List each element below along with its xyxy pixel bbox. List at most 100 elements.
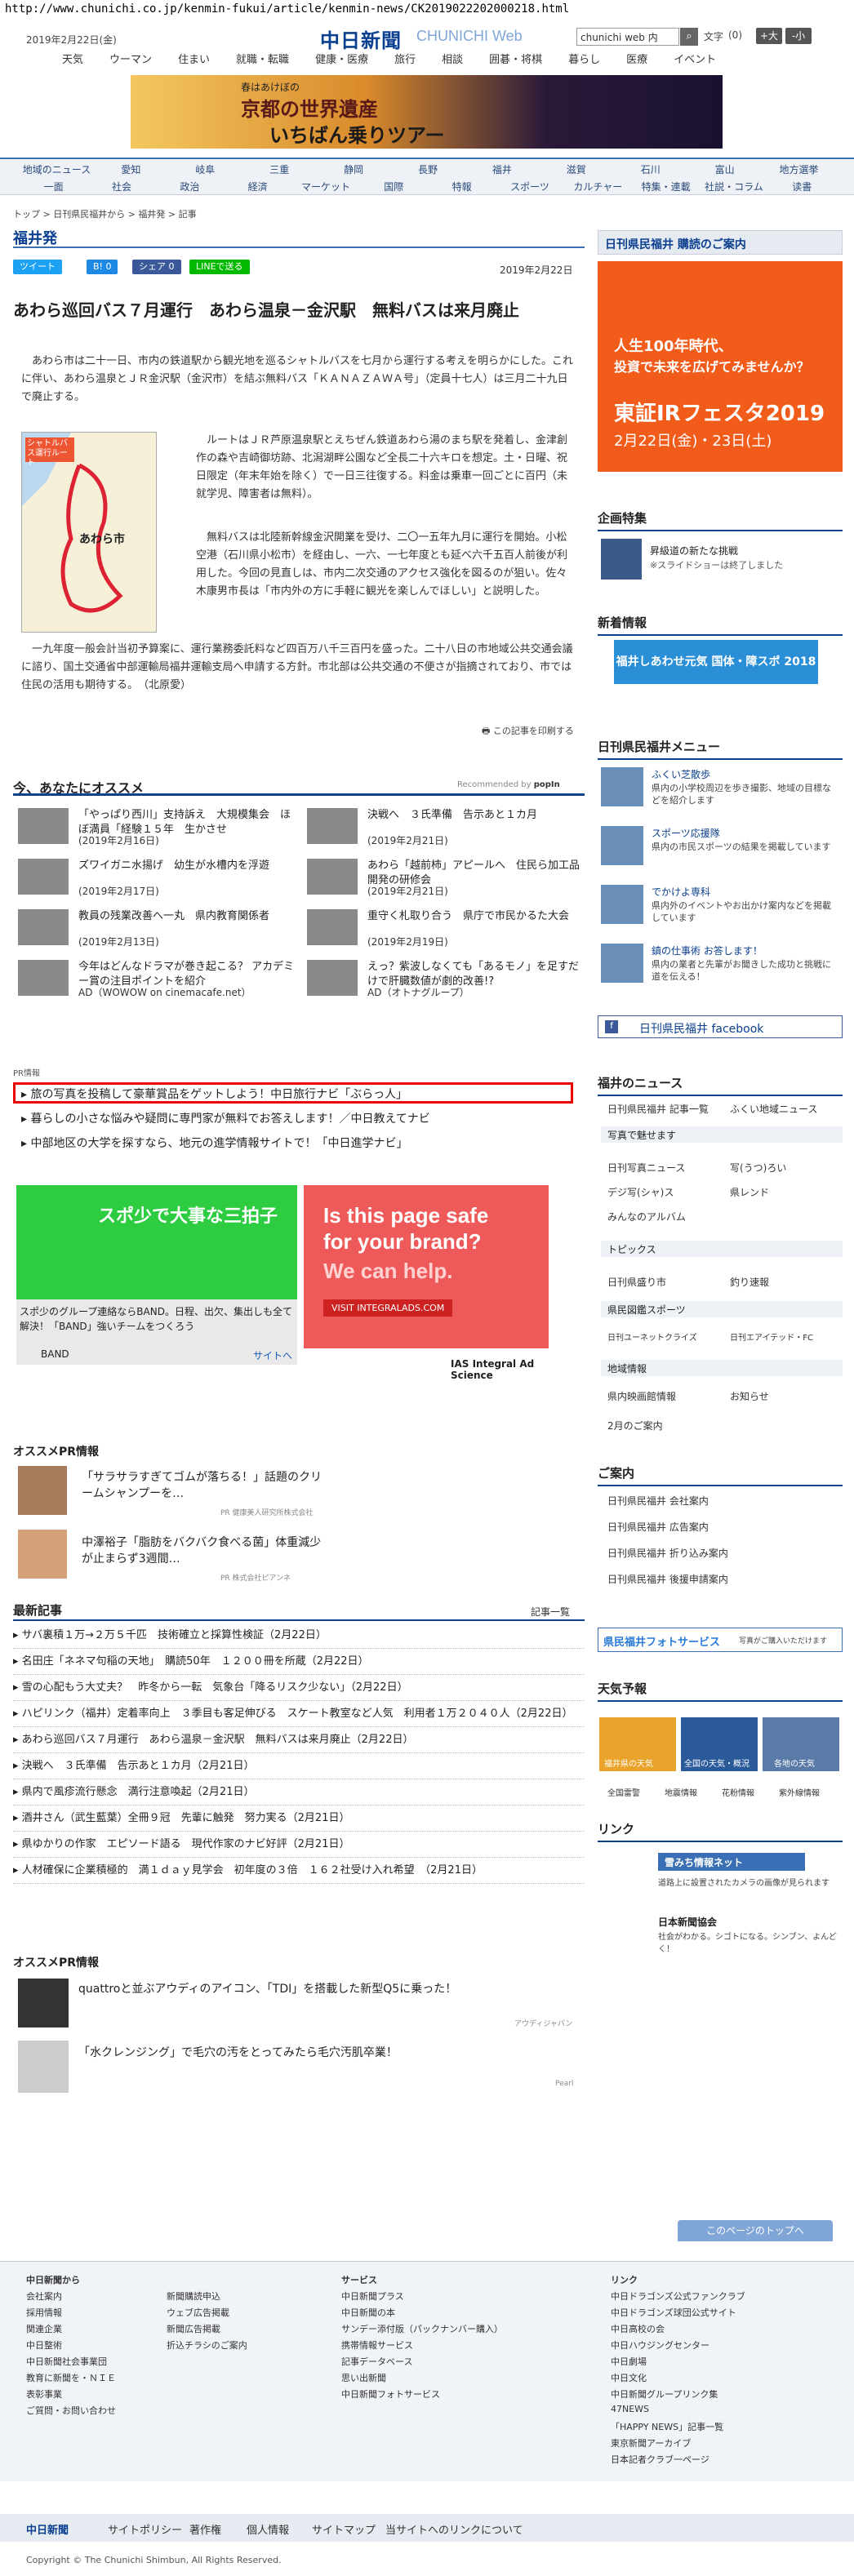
footer-link[interactable]: 日本記者クラブ一ページ: [611, 2453, 745, 2469]
footer-link[interactable]: 採用情報: [26, 2306, 116, 2322]
top-banner-ad[interactable]: 春はあけぼの 京都の世界遺産 いちばん乗りツアー: [131, 75, 723, 149]
font-small-button[interactable]: -小: [785, 28, 812, 44]
footer-link[interactable]: 記事データベース: [341, 2355, 503, 2371]
cnav-item-1-3[interactable]: 経済: [224, 180, 291, 193]
cnav-item-1-11[interactable]: 读書: [768, 180, 836, 193]
footer-bar-link[interactable]: サイトマップ: [312, 2521, 376, 2537]
reco-item[interactable]: 決戦へ ３氏準備 告示あと１カ月 (2019年2月21日): [307, 808, 585, 851]
gnav-item-7[interactable]: 囲碁・将棋: [476, 51, 555, 69]
band-ad[interactable]: 広告 スポ少で大事な三拍子 スポ少のグループ連絡ならBAND。日程、出欠、集出し…: [16, 1185, 297, 1365]
gnav-item-3[interactable]: 就職・転職: [223, 51, 302, 69]
print-link[interactable]: 🖶 この記事を印刷する: [482, 724, 574, 739]
cnav-item-1-5[interactable]: 国際: [360, 180, 428, 193]
footer-bar-link[interactable]: 個人情報: [247, 2521, 289, 2537]
footer-link[interactable]: ウェブ広告掲載: [167, 2306, 247, 2322]
footer-link[interactable]: 47NEWS: [611, 2404, 745, 2420]
reco-item[interactable]: 今年はどんなドラマが巻き起こる？ アカデミー賞の注目ポイントを紹介 AD（WOWO…: [18, 960, 296, 1002]
footer-link[interactable]: 中日高校の会: [611, 2322, 745, 2338]
osusume-title-2[interactable]: 中澤裕子「脂肪をバクバク食べる菌」体重減少が止まらず3週間…: [82, 1534, 327, 1567]
menu-thumb[interactable]: [601, 767, 643, 806]
hatena-button[interactable]: B! 0: [87, 260, 118, 274]
latest-more-link[interactable]: 記事一覧: [531, 1605, 570, 1619]
cnav-item-0-7[interactable]: 滋賀: [539, 162, 613, 176]
cnav-item-1-1[interactable]: 社会: [87, 180, 155, 193]
gnav-item-6[interactable]: 相談: [429, 51, 476, 69]
photo-service-banner[interactable]: 県民福井フォトサービス 写真がご購入いただけます: [598, 1628, 843, 1652]
gnav-item-1[interactable]: ウーマン: [96, 51, 165, 69]
shinbun-kyokai-link[interactable]: 日本新聞協会: [658, 1915, 717, 1929]
menu-link[interactable]: スポーツ応援隊: [652, 826, 720, 840]
cnav-item-0-10[interactable]: 地方選挙: [762, 162, 836, 176]
footer-link[interactable]: 中日文化: [611, 2371, 745, 2387]
reco-item[interactable]: 教員の残業改善へ一丸 県内教育関係者 (2019年2月13日): [18, 909, 296, 952]
cnav-item-1-9[interactable]: 特集・連載: [632, 180, 700, 193]
latest-item[interactable]: ▸ ハピリンク（福井）定着率向上 ３季目も客足伸びる スケート教室など人気 利用…: [13, 1701, 585, 1727]
osusume2-thumb-2[interactable]: [18, 2041, 69, 2093]
menu-thumb[interactable]: [601, 944, 643, 983]
cnav-item-0-4[interactable]: 静岡: [317, 162, 391, 176]
footer-link[interactable]: ご質問・お問い合わせ: [26, 2404, 116, 2420]
pr-link-3[interactable]: ▸ 中部地区の大学を探すなら、地元の進学情報サイトで！「中日進学ナビ」: [21, 1135, 407, 1151]
gnav-item-5[interactable]: 旅行: [381, 51, 429, 69]
menu-link[interactable]: ふくい芝散歩: [652, 767, 710, 781]
cnav-item-0-9[interactable]: 富山: [687, 162, 762, 176]
cnav-item-0-5[interactable]: 長野: [391, 162, 465, 176]
reco-item[interactable]: ズワイガニ水揚げ 幼生が水槽内を浮遊 (2019年2月17日): [18, 859, 296, 901]
footer-link[interactable]: 中日新聞プラス: [341, 2290, 503, 2306]
cnav-item-1-0[interactable]: 一面: [20, 180, 87, 193]
gnav-item-10[interactable]: イベント: [661, 51, 729, 69]
tenki-kakuchi[interactable]: 各地の天気: [763, 1717, 839, 1771]
footer-link[interactable]: 折込チラシのご案内: [167, 2338, 247, 2355]
footer-link[interactable]: 新聞購読申込: [167, 2290, 247, 2306]
reco-item[interactable]: あわら「越前柿」アピールへ 住民ら加工品開発の研修会 (2019年2月21日): [307, 859, 585, 901]
yukimichi-link[interactable]: 雪みち情報ネット: [658, 1853, 805, 1871]
search-icon[interactable]: ⌕: [680, 28, 698, 46]
footer-link[interactable]: 中日新聞の本: [341, 2306, 503, 2322]
latest-item[interactable]: ▸ 雪の心配もう大丈夫？ 昨冬から一転 気象台「降るリスク少ない」（2月22日）: [13, 1675, 585, 1701]
osusume2-title-2[interactable]: 「水クレンジング」で毛穴の汚をとってみたら毛穴汚肌卒業！: [78, 2044, 568, 2060]
gnav-item-0[interactable]: 天気: [49, 51, 96, 69]
cnav-item-1-10[interactable]: 社説・コラム: [700, 180, 767, 193]
footer-link[interactable]: 中日ハウジングセンター: [611, 2338, 745, 2355]
kikaku-thumb[interactable]: [601, 539, 642, 580]
news-link-2[interactable]: ふくい地域ニュース: [730, 1102, 817, 1116]
subscribe-banner[interactable]: 日刊県民福井 購読のご案内: [598, 230, 843, 255]
footer-link[interactable]: 新聞広告掲載: [167, 2322, 247, 2338]
tenki-fukui[interactable]: 福井県の天気: [599, 1717, 676, 1771]
menu-thumb[interactable]: [601, 826, 643, 865]
latest-item[interactable]: ▸ サバ裏積１万→２万５千匹 技術確立と採算性検証（2月22日）: [13, 1623, 585, 1649]
pr-link-1[interactable]: ▸ 旅の写真を投稿して豪華賞品をゲットしよう！中日旅行ナビ「ぶらっ人」: [21, 1086, 407, 1102]
gnav-item-8[interactable]: 暮らし: [555, 51, 613, 69]
tenki-zenkoku[interactable]: 全国の天気・概況: [681, 1717, 758, 1771]
line-share-button[interactable]: LINEで送る: [189, 260, 250, 274]
menu-link[interactable]: 鎮の仕事術 お答します！: [652, 944, 763, 957]
gnav-item-2[interactable]: 住まい: [165, 51, 223, 69]
footer-bar-link[interactable]: 中日新聞: [26, 2521, 69, 2537]
cnav-item-0-1[interactable]: 愛知: [94, 162, 168, 176]
latest-item[interactable]: ▸ 名田庄「ネネマ句稲の天地」 購読50年 １２００冊を所蔵（2月22日）: [13, 1649, 585, 1675]
cnav-item-0-6[interactable]: 福井: [465, 162, 539, 176]
facebook-share-button[interactable]: シェア 0: [132, 260, 181, 274]
latest-item[interactable]: ▸ 酒井さん（武生藍葉）全冊９冠 先輩に触発 努力実る（2月21日）: [13, 1805, 585, 1832]
cnav-item-0-0[interactable]: 地域のニュース: [20, 162, 94, 176]
footer-link[interactable]: サンデー添付版（パックナンバー購入）: [341, 2322, 503, 2338]
osusume-thumb-2[interactable]: [18, 1530, 67, 1579]
gnav-item-4[interactable]: 健康・医療: [302, 51, 381, 69]
reco-item[interactable]: 重守く札取り合う 県庁で市民かるた大会 (2019年2月19日): [307, 909, 585, 952]
osusume2-title-1[interactable]: quattroと並ぶアウディのアイコン、「TDI」を搭載した新型Q5に乗った！: [78, 1980, 568, 1996]
ias-button[interactable]: VISIT INTEGRALADS.COM: [323, 1299, 453, 1317]
footer-link[interactable]: 思い出新聞: [341, 2371, 503, 2387]
latest-item[interactable]: ▸ 県内で風疹流行懸念 満行注意喚起（2月21日）: [13, 1779, 585, 1805]
menu-thumb[interactable]: [601, 885, 643, 924]
page-top-button[interactable]: このページのトップへ: [678, 2220, 833, 2241]
reco-item[interactable]: えっ？紫波しなくても「あるモノ」を足すだけで肝臓数値が劇的改善!? AD（オトナグ…: [307, 960, 585, 1002]
footer-link[interactable]: 携帯情報サービス: [341, 2338, 503, 2355]
latest-item[interactable]: ▸ あわら巡回バス７月運行 あわら温泉－金沢駅 無料バスは来月廃止（2月22日）: [13, 1727, 585, 1753]
ias-ad[interactable]: Is this page safe for your brand? We can…: [304, 1185, 549, 1389]
osusume-title-1[interactable]: 「サラサラすぎてゴムが落ちる！」話題のクリームシャンプーを…: [82, 1469, 327, 1502]
tweet-button[interactable]: ツイート: [13, 260, 62, 274]
latest-item[interactable]: ▸ 決戦へ ３氏準備 告示あと１カ月（2月21日）: [13, 1753, 585, 1779]
cnav-item-0-3[interactable]: 三重: [242, 162, 317, 176]
latest-item[interactable]: ▸ 県ゆかりの作家 エピソード語る 現代作家のナビ好評（2月21日）: [13, 1832, 585, 1858]
footer-link[interactable]: 中日ドラゴンズ公式ファンクラブ: [611, 2290, 745, 2306]
